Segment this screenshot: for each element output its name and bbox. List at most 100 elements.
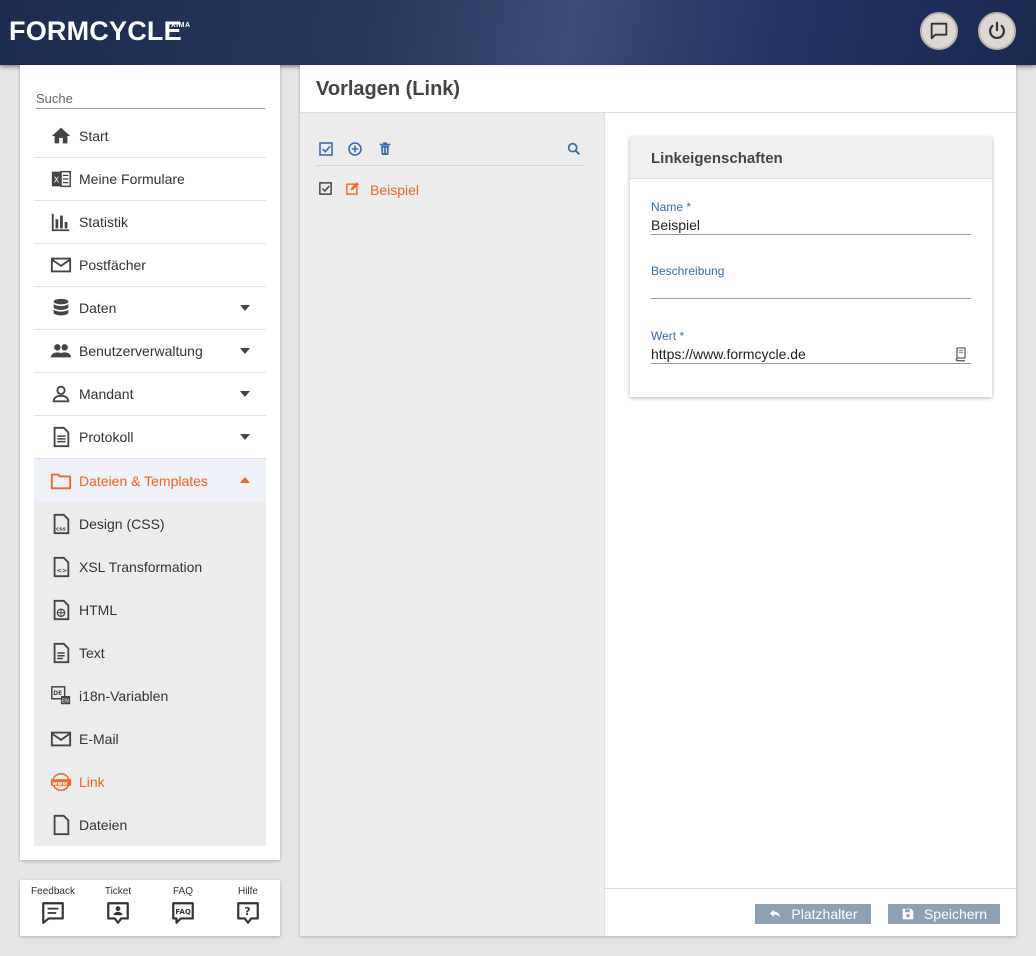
folder-icon: [49, 469, 73, 493]
sidebar-item-xsl-transformation[interactable]: <> XSL Transformation: [34, 545, 266, 588]
sidebar-menu: Start X Meine Formulare Statistik Postfä…: [34, 115, 266, 846]
sidebar-item-design-css[interactable]: css Design (CSS): [34, 502, 266, 545]
edit-icon[interactable]: [345, 181, 360, 199]
feedback-label: Feedback: [31, 886, 75, 897]
css-file-icon: css: [49, 512, 73, 536]
sidebar-item-text[interactable]: Text: [34, 631, 266, 674]
help-bar: Feedback Ticket FAQ FAQ Hilfe ?: [20, 880, 280, 936]
mail-icon: [49, 253, 73, 277]
help-icon: ?: [237, 902, 259, 924]
description-input[interactable]: [651, 278, 971, 299]
sidebar-item-benutzerverwaltung[interactable]: Benutzerverwaltung: [34, 330, 266, 373]
mail-icon: [49, 727, 73, 751]
sidebar-item-start[interactable]: Start: [34, 115, 266, 158]
hilfe-button[interactable]: Hilfe ?: [220, 886, 276, 926]
chat-icon: [930, 22, 948, 40]
book-icon[interactable]: [953, 346, 969, 362]
wert-input[interactable]: https://www.formcycle.de: [651, 346, 806, 362]
www-icon: www: [49, 770, 73, 794]
sidebar-item-e-mail[interactable]: E-Mail: [34, 717, 266, 760]
main-panel: Vorlagen (Link) Beispiel Linkeigenschaft…: [300, 65, 1016, 936]
code-file-icon: <>: [49, 555, 73, 579]
page-title: Vorlagen (Link): [316, 78, 461, 100]
sidebar-item-label: Start: [79, 128, 109, 144]
ticket-icon: [107, 902, 129, 924]
svg-text:X: X: [54, 175, 60, 185]
chevron-up-icon[interactable]: [240, 477, 250, 483]
link-properties-card: Linkeigenschaften Name * Beispiel Beschr…: [630, 137, 992, 397]
feedback-button[interactable]: Feedback: [25, 886, 81, 926]
sidebar-item-label: Link: [79, 773, 105, 790]
ticket-button[interactable]: Ticket: [90, 886, 146, 926]
list-item[interactable]: Beispiel: [318, 181, 419, 199]
database-icon: [49, 296, 73, 320]
sidebar-item-dateien-templates[interactable]: Dateien & Templates: [34, 459, 266, 502]
brand-logo[interactable]: FORMCYCLE: [9, 16, 182, 47]
wert-input-wrap[interactable]: https://www.formcycle.de: [651, 343, 971, 364]
sidebar-item-protokoll[interactable]: Protokoll: [34, 416, 266, 459]
sidebar-item-label: Mandant: [79, 386, 134, 402]
svg-text:www: www: [52, 780, 67, 786]
i18n-icon: DE EN: [49, 684, 73, 708]
card-title: Linkeigenschaften: [630, 137, 992, 179]
sidebar-item-i18n-variablen[interactable]: DE EN i18n-Variablen: [34, 674, 266, 717]
search-input[interactable]: Suche: [36, 89, 265, 109]
sidebar-item-label: Meine Formulare: [79, 171, 185, 187]
save-icon: [902, 908, 914, 920]
search-icon[interactable]: [566, 141, 584, 159]
sidebar-item-label: Dateien: [79, 816, 128, 833]
person-icon: [49, 382, 73, 406]
sidebar-item-html[interactable]: HTML: [34, 588, 266, 631]
delete-icon[interactable]: [377, 141, 395, 159]
sidebar-item-meine-formulare[interactable]: X Meine Formulare: [34, 158, 266, 201]
chart-icon: [49, 210, 73, 234]
name-label: Name *: [651, 200, 692, 214]
users-icon: [49, 339, 73, 363]
checkbox-icon[interactable]: [318, 181, 333, 199]
chevron-down-icon[interactable]: [240, 348, 250, 354]
svg-text:FAQ: FAQ: [175, 907, 190, 916]
sidebar-submenu: css Design (CSS) <> XSL Transformation H…: [34, 502, 266, 846]
sidebar-item-mandant[interactable]: Mandant: [34, 373, 266, 416]
sidebar-item-postfaecher[interactable]: Postfächer: [34, 244, 266, 287]
save-button[interactable]: Speichern: [888, 904, 1000, 924]
chevron-down-icon[interactable]: [240, 434, 250, 440]
faq-button[interactable]: FAQ FAQ: [155, 886, 211, 926]
feedback-icon: [42, 902, 64, 924]
html-file-icon: [49, 598, 73, 622]
undo-arrow-icon: [770, 909, 781, 918]
chat-button[interactable]: [920, 12, 958, 50]
sidebar-item-dateien[interactable]: Dateien: [34, 803, 266, 846]
file-icon: [49, 813, 73, 837]
description-field: Beschreibung: [651, 264, 971, 299]
sidebar-item-statistik[interactable]: Statistik: [34, 201, 266, 244]
wert-label: Wert *: [651, 329, 685, 343]
hilfe-label: Hilfe: [237, 886, 258, 897]
sidebar-item-label: Protokoll: [79, 429, 134, 445]
sidebar-item-label: Dateien & Templates: [79, 472, 208, 489]
add-icon[interactable]: [347, 141, 365, 159]
sidebar-item-label: Benutzerverwaltung: [79, 343, 203, 359]
platzhalter-button[interactable]: Platzhalter: [755, 904, 871, 924]
faq-label: FAQ: [172, 886, 193, 897]
name-input[interactable]: Beispiel: [651, 214, 971, 235]
svg-text:css: css: [56, 526, 67, 532]
list-item-label[interactable]: Beispiel: [370, 182, 419, 198]
text-file-icon: [49, 641, 73, 665]
list-toolbar: [316, 141, 584, 166]
sidebar-item-label: Statistik: [79, 214, 129, 230]
home-icon: [49, 124, 73, 148]
brand-sup: XIMA: [171, 22, 191, 29]
chevron-down-icon[interactable]: [240, 305, 250, 311]
sidebar-item-label: i18n-Variablen: [79, 687, 169, 704]
chevron-down-icon[interactable]: [240, 391, 250, 397]
sidebar-item-label: Design (CSS): [79, 515, 165, 532]
sidebar-item-label: Text: [79, 644, 105, 661]
select-all-icon[interactable]: [318, 141, 336, 159]
svg-text:?: ?: [244, 905, 250, 918]
logout-button[interactable]: [978, 12, 1016, 50]
sidebar-item-link[interactable]: www Link: [34, 760, 266, 803]
svg-text:DE: DE: [53, 690, 62, 697]
sidebar-item-daten[interactable]: Daten: [34, 287, 266, 330]
name-field: Name * Beispiel: [651, 200, 971, 235]
